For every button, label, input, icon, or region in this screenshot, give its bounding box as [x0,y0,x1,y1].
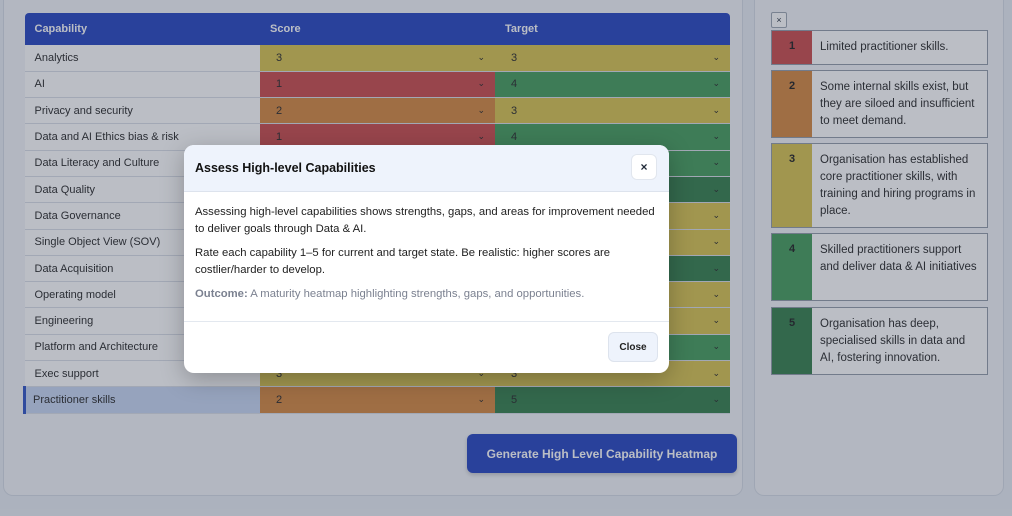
close-button[interactable]: Close [608,332,658,362]
modal-footer: Close [184,321,669,373]
outcome-text: A maturity heatmap highlighting strength… [247,288,585,300]
page: Capability Score Target Analytics 3 ⌄ 3 ⌄ AI 1… [0,0,1012,516]
modal-title: Assess High-level Capabilities [195,161,376,175]
modal-paragraph-2: Rate each capability 1–5 for current and… [195,247,611,276]
info-modal: Assess High-level Capabilities × Assessi… [184,145,669,373]
modal-header: Assess High-level Capabilities × [184,145,669,192]
modal-paragraph-1: Assessing high-level capabilities shows … [195,206,655,235]
modal-body: Assessing high-level capabilities shows … [184,192,669,303]
modal-outcome: Outcome: A maturity heatmap highlighting… [195,286,658,303]
close-icon[interactable]: × [631,154,657,180]
outcome-label: Outcome: [195,288,248,300]
